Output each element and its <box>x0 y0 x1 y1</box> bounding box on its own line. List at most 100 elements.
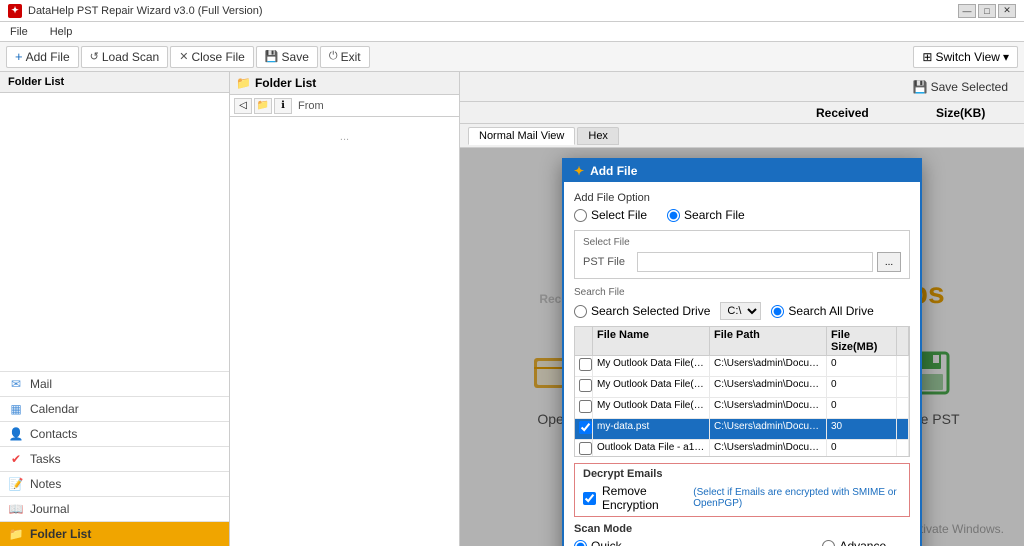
row-check[interactable] <box>575 440 593 456</box>
add-file-option-label: Add File Option <box>574 192 910 204</box>
title-bar-left: ✦ DataHelp PST Repair Wizard v3.0 (Full … <box>8 4 263 18</box>
sidebar-item-mail[interactable]: ✉ Mail <box>0 371 229 396</box>
col-file-path: File Path <box>710 327 827 355</box>
row-checkbox-checked[interactable] <box>579 421 592 434</box>
table-row[interactable]: My Outlook Data File(2).pst C:\Users\adm… <box>575 377 909 398</box>
quick-radio[interactable] <box>574 540 587 546</box>
tab-hex[interactable]: Hex <box>577 127 619 145</box>
row-check[interactable] <box>575 398 593 418</box>
folder-panel-empty: ... <box>230 127 459 147</box>
table-row[interactable]: My Outlook Data File(23).... C:\Users\ad… <box>575 398 909 419</box>
main-layout: Folder List ✉ Mail ▦ Calendar 👤 Contacts… <box>0 72 1024 546</box>
search-all-drive-radio-label[interactable]: Search All Drive <box>771 304 873 318</box>
row-path: C:\Users\admin\Docume.... <box>710 419 827 439</box>
menu-help[interactable]: Help <box>44 24 79 40</box>
sidebar-item-tasks-label: Tasks <box>30 452 61 466</box>
tasks-icon: ✔ <box>8 452 24 466</box>
calendar-icon: ▦ <box>8 402 24 416</box>
quick-label: Quick <box>591 539 622 546</box>
main-content: 📁 Folder List ◁ 📁 ℹ From ... 💾 Save Sele… <box>230 72 1024 546</box>
folder-panel-folder-btn[interactable]: 📁 <box>254 98 272 114</box>
right-panel-header: 💾 Save Selected <box>460 72 1024 102</box>
title-bar: ✦ DataHelp PST Repair Wizard v3.0 (Full … <box>0 0 1024 22</box>
pst-browse-button[interactable]: ... <box>877 252 901 272</box>
minimize-button[interactable]: — <box>958 4 976 18</box>
search-selected-drive-radio[interactable] <box>574 305 587 318</box>
sidebar-item-contacts[interactable]: 👤 Contacts <box>0 421 229 446</box>
search-file-radio-label[interactable]: Search File <box>667 208 745 222</box>
sidebar-item-tasks[interactable]: ✔ Tasks <box>0 446 229 471</box>
col-file-size: File Size(MB) <box>827 327 897 355</box>
decrypt-hint: (Select if Emails are encrypted with SMI… <box>693 487 901 509</box>
folder-list-panel: 📁 Folder List ◁ 📁 ℹ From ... <box>230 72 460 546</box>
modal-title: Add File <box>590 164 637 178</box>
table-row[interactable]: My Outlook Data File(1).pst C:\Users\adm… <box>575 356 909 377</box>
folder-panel-back-btn[interactable]: ◁ <box>234 98 252 114</box>
exit-button[interactable]: ⏻ Exit <box>320 46 370 68</box>
quick-radio-label[interactable]: Quick <box>574 539 792 546</box>
exit-icon: ⏻ <box>329 50 338 63</box>
select-file-radio[interactable] <box>574 209 587 222</box>
row-check[interactable] <box>575 419 593 439</box>
row-path: C:\Users\admin\Docume.... <box>710 377 827 397</box>
menu-file[interactable]: File <box>4 24 34 40</box>
advance-label: Advance <box>839 539 886 546</box>
close-button[interactable]: ✕ <box>998 4 1016 18</box>
save-selected-button[interactable]: 💾 Save Selected <box>905 78 1016 96</box>
tab-normal-mail-view[interactable]: Normal Mail View <box>468 127 575 145</box>
row-check[interactable] <box>575 356 593 376</box>
file-list-scroll[interactable]: My Outlook Data File(1).pst C:\Users\adm… <box>575 356 909 456</box>
sidebar-content-area <box>0 93 229 371</box>
modal-overlay: ✦ Add File Add File Option Select File <box>460 148 1024 546</box>
load-scan-icon: ↺ <box>90 50 99 63</box>
left-sidebar-header: Folder List <box>0 72 229 93</box>
close-file-button[interactable]: ✕ Close File <box>170 46 254 68</box>
table-row[interactable]: Outlook Data File - a1.pst C:\Users\admi… <box>575 440 909 456</box>
drive-select[interactable]: C:\ <box>720 302 761 320</box>
advance-radio[interactable] <box>822 540 835 546</box>
save-button[interactable]: 💾 Save <box>256 46 318 68</box>
table-row-selected[interactable]: my-data.pst C:\Users\admin\Docume.... 30 <box>575 419 909 440</box>
folder-panel-title: Folder List <box>255 76 316 90</box>
select-file-radio-label[interactable]: Select File <box>574 208 647 222</box>
row-checkbox[interactable] <box>579 379 592 392</box>
sidebar-item-contacts-label: Contacts <box>30 427 77 441</box>
search-file-radio[interactable] <box>667 209 680 222</box>
sidebar-item-calendar[interactable]: ▦ Calendar <box>0 396 229 421</box>
row-checkbox[interactable] <box>579 358 592 371</box>
sidebar-item-folder-list[interactable]: 📁 Folder List <box>0 521 229 546</box>
close-file-label: Close File <box>191 50 244 64</box>
row-size: 0 <box>827 356 897 376</box>
pst-file-input[interactable] <box>637 252 873 272</box>
advance-radio-label[interactable]: Advance <box>822 539 886 546</box>
row-size: 0 <box>827 377 897 397</box>
search-file-radio-text: Search File <box>684 208 745 222</box>
load-scan-button[interactable]: ↺ Load Scan <box>81 46 169 68</box>
search-selected-drive-radio-label[interactable]: Search Selected Drive <box>574 304 710 318</box>
sidebar-nav: ✉ Mail ▦ Calendar 👤 Contacts ✔ Tasks 📝 N… <box>0 371 229 546</box>
remove-encryption-label[interactable]: Remove Encryption <box>602 484 687 512</box>
sidebar-item-notes-label: Notes <box>30 477 61 491</box>
sidebar-item-mail-label: Mail <box>30 377 52 391</box>
remove-encryption-checkbox[interactable] <box>583 492 596 505</box>
sidebar-item-folder-list-label: Folder List <box>30 527 91 541</box>
switch-view-button[interactable]: ⊞ Switch View ▾ <box>913 46 1018 68</box>
search-selected-drive-text: Search Selected Drive <box>591 304 710 318</box>
folder-panel-toolbar: ◁ 📁 ℹ From <box>230 95 459 117</box>
decrypt-row: Remove Encryption (Select if Emails are … <box>583 484 901 512</box>
scan-mode-label: Scan Mode <box>574 523 910 535</box>
sidebar-item-journal-label: Journal <box>30 502 69 516</box>
row-check[interactable] <box>575 377 593 397</box>
sidebar-item-journal[interactable]: 📖 Journal <box>0 496 229 521</box>
scan-option-advance: Advance <box>822 539 886 546</box>
close-file-icon: ✕ <box>179 50 188 63</box>
sidebar-item-notes[interactable]: 📝 Notes <box>0 471 229 496</box>
add-file-radio-group: Select File Search File <box>574 208 910 222</box>
row-checkbox[interactable] <box>579 442 592 455</box>
row-checkbox[interactable] <box>579 400 592 413</box>
row-name: My Outlook Data File(2).pst <box>593 377 710 397</box>
maximize-button[interactable]: □ <box>978 4 996 18</box>
add-file-button[interactable]: + Add File <box>6 46 79 68</box>
folder-panel-info-btn[interactable]: ℹ <box>274 98 292 114</box>
search-all-drive-radio[interactable] <box>771 305 784 318</box>
